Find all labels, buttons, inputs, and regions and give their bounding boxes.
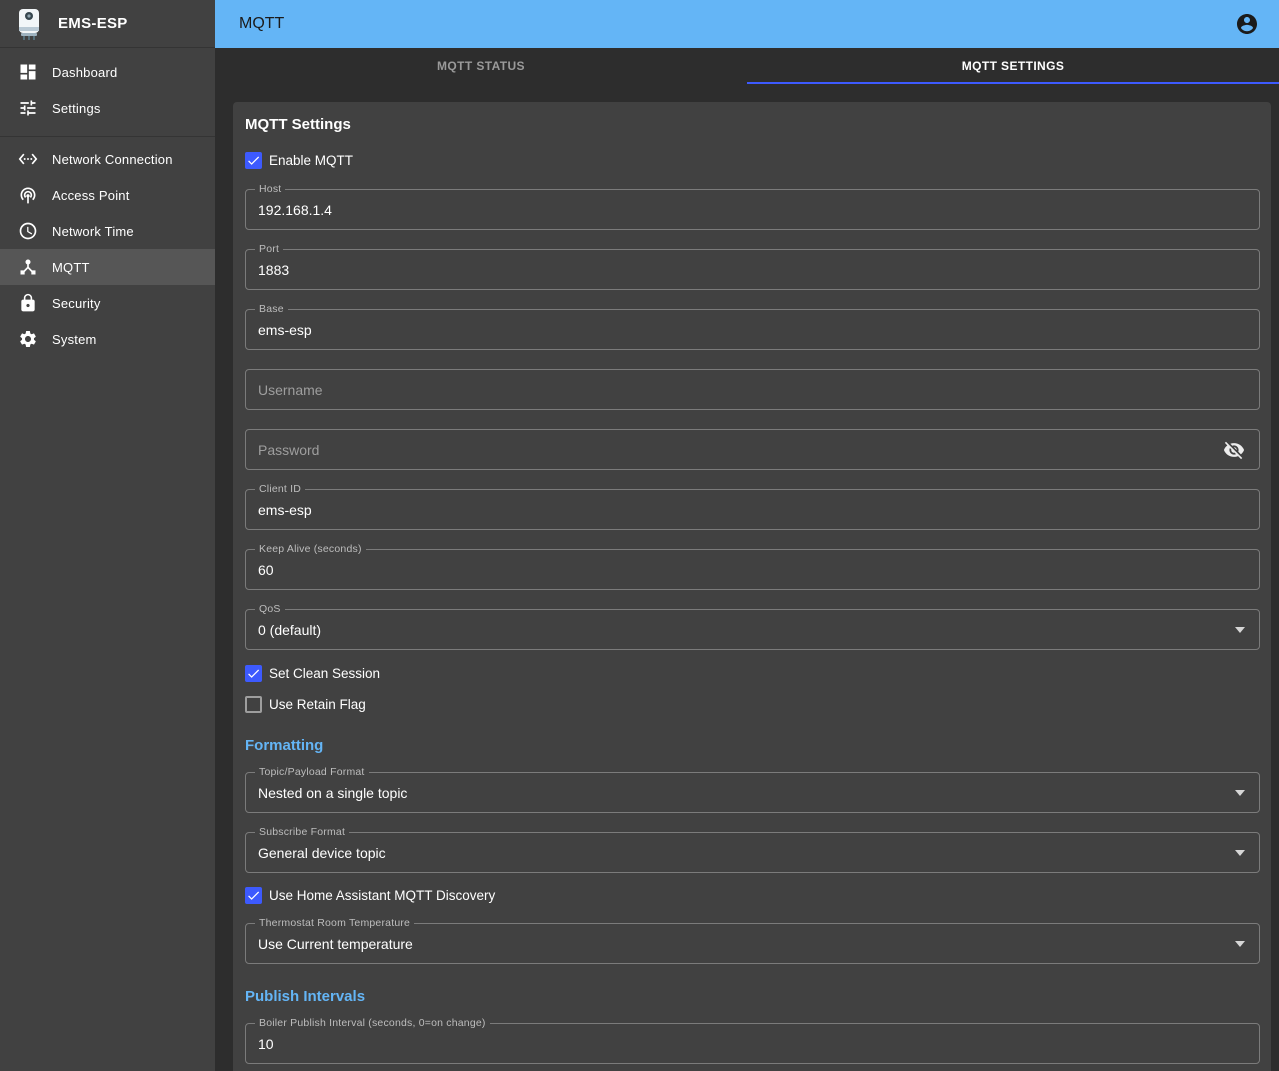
topic-payload-format-value: Nested on a single topic	[258, 785, 1235, 801]
chevron-down-icon	[1235, 850, 1245, 856]
sidebar-nav-top: Dashboard Settings	[0, 48, 215, 136]
field-label: Client ID	[255, 483, 305, 496]
checkbox-checked-icon[interactable]	[245, 887, 262, 904]
sidebar-item-label: Dashboard	[52, 65, 117, 80]
qos-select[interactable]: QoS 0 (default)	[245, 609, 1260, 650]
field-label: Subscribe Format	[255, 826, 349, 839]
page-title: MQTT	[239, 15, 1229, 33]
sidebar-item-settings[interactable]: Settings	[0, 90, 215, 126]
app-name: EMS-ESP	[58, 15, 128, 32]
sidebar-item-mqtt[interactable]: MQTT	[0, 249, 215, 285]
sidebar-item-access-point[interactable]: Access Point	[0, 177, 215, 213]
toggle-password-visibility-button[interactable]	[1222, 437, 1247, 463]
chevron-down-icon	[1235, 790, 1245, 796]
visibility-off-icon	[1223, 439, 1245, 461]
sidebar: EMS-ESP Dashboard Settings Network Conne…	[0, 0, 215, 1071]
base-field[interactable]: Base	[245, 309, 1260, 350]
field-label: Host	[255, 183, 285, 196]
gear-icon	[18, 329, 38, 349]
checkbox-label: Use Retain Flag	[269, 697, 366, 712]
lock-icon	[18, 293, 38, 313]
checkbox-unchecked-icon[interactable]	[245, 696, 262, 713]
checkbox-label: Use Home Assistant MQTT Discovery	[269, 888, 495, 903]
dashboard-icon	[18, 62, 38, 82]
sidebar-item-label: System	[52, 332, 97, 347]
sidebar-item-label: MQTT	[52, 260, 90, 275]
sidebar-item-label: Network Connection	[52, 152, 173, 167]
checkbox-checked-icon[interactable]	[245, 152, 262, 169]
field-label: Port	[255, 243, 283, 256]
sidebar-item-network-connection[interactable]: Network Connection	[0, 141, 215, 177]
checkbox-label: Enable MQTT	[269, 153, 353, 168]
thermostat-room-temperature-select[interactable]: Thermostat Room Temperature Use Current …	[245, 923, 1260, 964]
sidebar-item-security[interactable]: Security	[0, 285, 215, 321]
sidebar-item-system[interactable]: System	[0, 321, 215, 357]
chevron-down-icon	[1235, 941, 1245, 947]
tabbar: MQTT STATUS MQTT SETTINGS	[215, 48, 1279, 84]
wifi-tethering-icon	[18, 185, 38, 205]
sidebar-item-label: Network Time	[52, 224, 134, 239]
username-input[interactable]	[258, 382, 1247, 398]
clean-session-checkbox-row[interactable]: Set Clean Session	[245, 664, 1260, 682]
tab-mqtt-settings[interactable]: MQTT SETTINGS	[747, 48, 1279, 84]
field-label: Keep Alive (seconds)	[255, 543, 366, 556]
publish-intervals-heading: Publish Intervals	[245, 988, 1260, 1005]
checkbox-label: Set Clean Session	[269, 666, 380, 681]
boiler-publish-interval-field[interactable]: Boiler Publish Interval (seconds, 0=on c…	[245, 1023, 1260, 1064]
formatting-heading: Formatting	[245, 737, 1260, 754]
sidebar-item-label: Settings	[52, 101, 101, 116]
username-field[interactable]	[245, 369, 1260, 410]
field-label: Base	[255, 303, 288, 316]
host-field[interactable]: Host	[245, 189, 1260, 230]
chevron-down-icon	[1235, 627, 1245, 633]
keep-alive-input[interactable]	[258, 562, 1247, 578]
appbar: MQTT	[215, 0, 1279, 48]
topic-payload-format-select[interactable]: Topic/Payload Format Nested on a single …	[245, 772, 1260, 813]
card-title: MQTT Settings	[245, 116, 1260, 133]
boiler-publish-interval-input[interactable]	[258, 1036, 1247, 1052]
field-label: Topic/Payload Format	[255, 766, 369, 779]
account-button[interactable]	[1229, 6, 1265, 42]
account-circle-icon	[1235, 12, 1259, 36]
enable-mqtt-checkbox-row[interactable]: Enable MQTT	[245, 151, 1260, 169]
field-label: Thermostat Room Temperature	[255, 917, 414, 930]
ems-esp-boiler-logo-icon	[14, 5, 44, 43]
sidebar-item-label: Security	[52, 296, 101, 311]
sidebar-item-label: Access Point	[52, 188, 130, 203]
mqtt-settings-card: MQTT Settings Enable MQTT Host Port Base	[233, 102, 1271, 1071]
tab-mqtt-status[interactable]: MQTT STATUS	[215, 48, 747, 84]
host-input[interactable]	[258, 202, 1247, 218]
qos-selected-value: 0 (default)	[258, 622, 1235, 638]
client-id-input[interactable]	[258, 502, 1247, 518]
sidebar-nav-project: Network Connection Access Point Network …	[0, 137, 215, 367]
port-input[interactable]	[258, 262, 1247, 278]
sidebar-header: EMS-ESP	[0, 0, 215, 48]
tune-icon	[18, 98, 38, 118]
field-label: QoS	[255, 603, 285, 616]
settings-ethernet-icon	[18, 149, 38, 169]
clock-icon	[18, 221, 38, 241]
password-field[interactable]	[245, 429, 1260, 470]
port-field[interactable]: Port	[245, 249, 1260, 290]
client-id-field[interactable]: Client ID	[245, 489, 1260, 530]
sidebar-item-network-time[interactable]: Network Time	[0, 213, 215, 249]
password-input[interactable]	[258, 442, 1222, 458]
retain-flag-checkbox-row[interactable]: Use Retain Flag	[245, 695, 1260, 713]
subscribe-format-select[interactable]: Subscribe Format General device topic	[245, 832, 1260, 873]
keep-alive-field[interactable]: Keep Alive (seconds)	[245, 549, 1260, 590]
subscribe-format-value: General device topic	[258, 845, 1235, 861]
device-hub-icon	[18, 257, 38, 277]
field-label: Boiler Publish Interval (seconds, 0=on c…	[255, 1017, 490, 1030]
sidebar-item-dashboard[interactable]: Dashboard	[0, 54, 215, 90]
checkbox-checked-icon[interactable]	[245, 665, 262, 682]
ha-discovery-checkbox-row[interactable]: Use Home Assistant MQTT Discovery	[245, 886, 1260, 904]
base-input[interactable]	[258, 322, 1247, 338]
thermostat-room-temperature-value: Use Current temperature	[258, 936, 1235, 952]
